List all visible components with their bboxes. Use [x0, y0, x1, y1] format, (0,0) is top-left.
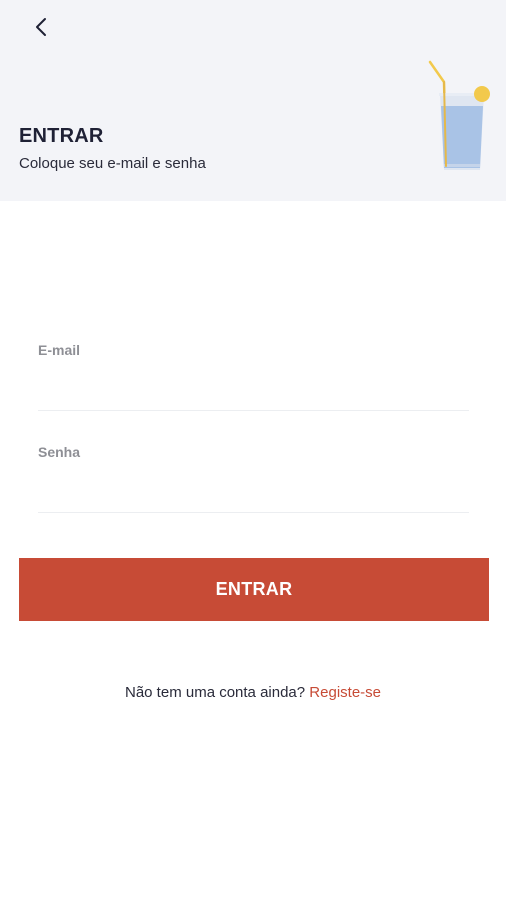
- chevron-left-icon: [36, 18, 46, 36]
- password-label: Senha: [38, 444, 81, 460]
- password-field: Senha: [38, 444, 469, 514]
- page-title: ENTRAR: [19, 125, 104, 147]
- email-label: E-mail: [38, 342, 81, 358]
- header: ENTRAR Coloque seu e-mail e senha: [0, 0, 506, 201]
- password-underline: [38, 512, 469, 513]
- login-button[interactable]: ENTRAR: [19, 558, 489, 621]
- drink-glass-icon: [428, 60, 490, 170]
- login-screen: ENTRAR Coloque seu e-mail e senha E-mail…: [0, 0, 506, 900]
- email-field: E-mail: [38, 342, 469, 412]
- register-row: Não tem uma conta ainda? Registe-se: [0, 684, 506, 701]
- email-underline: [38, 410, 469, 411]
- register-link[interactable]: Registe-se: [309, 684, 381, 701]
- register-prompt: Não tem uma conta ainda?: [125, 684, 306, 701]
- back-button[interactable]: [26, 12, 56, 42]
- password-input[interactable]: [38, 472, 469, 510]
- email-input[interactable]: [38, 370, 469, 408]
- page-subtitle: Coloque seu e-mail e senha: [19, 155, 206, 172]
